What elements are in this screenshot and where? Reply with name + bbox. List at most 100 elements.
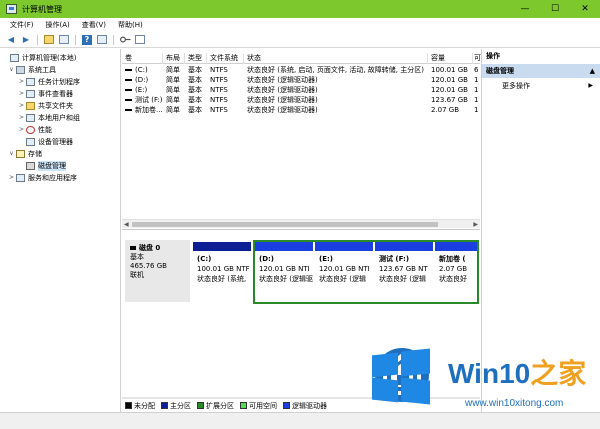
- scrollbar-thumb[interactable]: [132, 222, 438, 227]
- collapse-up-icon[interactable]: ▲: [590, 64, 595, 78]
- minimize-button[interactable]: —: [510, 0, 540, 18]
- forward-button[interactable]: ▶: [20, 34, 32, 45]
- table-row[interactable]: (C:) 简单 基本 NTFS 状态良好 (系统, 启动, 页面文件, 活动, …: [122, 65, 480, 75]
- column-header-capacity[interactable]: 容量: [428, 53, 473, 64]
- actions-group-disk-management[interactable]: 磁盘管理 ▲: [482, 64, 600, 78]
- close-button[interactable]: ✕: [570, 0, 600, 18]
- expand-chevron-icon[interactable]: >: [18, 90, 25, 97]
- table-row[interactable]: (E:) 简单 基本 NTFS 状态良好 (逻辑驱动器) 120.01 GB 1: [122, 85, 480, 95]
- up-folder-button[interactable]: [43, 34, 55, 45]
- tree-node-computer-management[interactable]: 计算机管理(本地): [2, 52, 76, 63]
- layout-cell: 简单: [166, 86, 180, 94]
- tree-node-storage[interactable]: ∨ 存储: [8, 148, 42, 159]
- partition-status: 状态良好 (逻辑驱: [259, 275, 313, 283]
- menu-view[interactable]: 查看(V): [76, 20, 112, 30]
- view-button[interactable]: [134, 34, 146, 45]
- disk-name-text: 磁盘 0: [139, 244, 161, 252]
- tree-node-device-manager[interactable]: 设备管理器: [18, 136, 73, 147]
- layout-cell: 简单: [166, 96, 180, 104]
- disk-0-info[interactable]: 磁盘 0 基本 465.76 GB 联机: [125, 240, 190, 302]
- column-header-type[interactable]: 类型: [185, 53, 207, 64]
- toolbar-separator: [37, 34, 38, 45]
- performance-icon: [26, 125, 35, 134]
- column-header-volume[interactable]: 卷: [122, 53, 163, 64]
- scroll-left-icon[interactable]: ◀: [124, 221, 129, 228]
- disk-icon: [26, 161, 35, 170]
- partition-d[interactable]: (D:) 120.01 GB NTI 状态良好 (逻辑驱: [255, 242, 313, 302]
- legend-swatch: [161, 402, 168, 409]
- scroll-right-icon[interactable]: ▶: [473, 221, 478, 228]
- column-header-free[interactable]: 可: [473, 53, 481, 64]
- computer-management-icon: [6, 4, 17, 14]
- capacity-cell: 120.01 GB: [431, 86, 468, 94]
- column-header-layout[interactable]: 布局: [163, 53, 185, 64]
- tree-node-local-users[interactable]: > 本地用户和组: [18, 112, 80, 123]
- partition-new-volume[interactable]: 新加卷 ( 2.07 GB 状态良好: [435, 242, 477, 302]
- partition-f[interactable]: 测试 (F:) 123.67 GB NT 状态良好 (逻辑: [375, 242, 433, 302]
- collapse-chevron-icon[interactable]: ∨: [8, 150, 15, 157]
- column-header-filesystem[interactable]: 文件系统: [207, 53, 244, 64]
- help-icon: ?: [82, 34, 92, 45]
- table-row[interactable]: (D:) 简单 基本 NTFS 状态良好 (逻辑驱动器) 120.01 GB 1: [122, 75, 480, 85]
- partition-status: 状态良好 (系统,: [197, 275, 247, 283]
- tree-node-system-tools[interactable]: ∨ 系统工具: [8, 64, 56, 75]
- actions-title: 操作: [486, 52, 500, 60]
- partition-bar: [255, 242, 313, 251]
- windows-flag-icon: [372, 348, 430, 405]
- tree-node-disk-management[interactable]: 磁盘管理: [18, 160, 66, 171]
- status-cell: 状态良好 (逻辑驱动器): [247, 106, 318, 114]
- table-row[interactable]: 新加卷... 简单 基本 NTFS 状态良好 (逻辑驱动器) 2.07 GB 1: [122, 105, 480, 115]
- expand-chevron-icon[interactable]: >: [18, 78, 25, 85]
- key-button[interactable]: [119, 34, 131, 45]
- tree-node-performance[interactable]: > 性能: [18, 124, 52, 135]
- tree-node-label: 本地用户和组: [38, 113, 80, 122]
- collapse-chevron-icon[interactable]: ∨: [8, 66, 15, 73]
- tree-node-services-apps[interactable]: > 服务和应用程序: [8, 172, 77, 183]
- menu-file[interactable]: 文件(F): [4, 20, 40, 30]
- back-button[interactable]: ◀: [5, 34, 17, 45]
- legend-label: 未分配: [134, 401, 155, 410]
- partition-status: 状态良好 (逻辑: [319, 275, 366, 283]
- partition-label: 新加卷 (: [439, 255, 466, 263]
- menu-help[interactable]: 帮助(H): [112, 20, 149, 30]
- layout-cell: 简单: [166, 76, 180, 84]
- volume-name: (D:): [135, 76, 149, 84]
- expand-chevron-icon[interactable]: >: [18, 102, 25, 109]
- tree-node-event-viewer[interactable]: > 事件查看器: [18, 88, 73, 99]
- properties-button[interactable]: [96, 34, 108, 45]
- legend-free-space: 可用空间: [240, 401, 277, 411]
- partition-bar: [193, 242, 251, 251]
- partition-e[interactable]: (E:) 120.01 GB NTI 状态良好 (逻辑: [315, 242, 373, 302]
- partition-label: 测试 (F:): [379, 255, 410, 263]
- partition-c[interactable]: (C:) 100.01 GB NTF 状态良好 (系统,: [193, 242, 251, 302]
- partition-body: 新加卷 ( 2.07 GB 状态良好: [435, 251, 477, 284]
- actions-group-label: 磁盘管理: [486, 67, 514, 75]
- show-hide-tree-button[interactable]: [58, 34, 70, 45]
- partition-size: 120.01 GB NTI: [319, 265, 370, 273]
- volume-list: 卷 布局 类型 文件系统 状态 容量 可 (C:) 简单 基本 NTFS 状态良…: [122, 49, 481, 219]
- volume-list-scrollbar[interactable]: ◀ ▶: [122, 219, 480, 228]
- expand-chevron-icon[interactable]: >: [18, 114, 25, 121]
- menu-action[interactable]: 操作(A): [40, 20, 76, 30]
- maximize-button[interactable]: ☐: [540, 0, 570, 18]
- expand-chevron-icon[interactable]: >: [18, 126, 25, 133]
- disk-name: 磁盘 0: [130, 244, 185, 253]
- filesystem-cell: NTFS: [210, 76, 228, 84]
- help-button[interactable]: ?: [81, 34, 93, 45]
- tree-node-label: 共享文件夹: [38, 101, 73, 110]
- watermark-brand-text: Win10: [448, 358, 531, 389]
- more-actions-item[interactable]: 更多操作 ▶: [482, 80, 600, 92]
- tree-node-shared-folders[interactable]: > 共享文件夹: [18, 100, 73, 111]
- type-cell: 基本: [188, 66, 202, 74]
- volume-name-cell: 测试 (F:): [122, 95, 163, 105]
- column-header-status[interactable]: 状态: [244, 53, 428, 64]
- tree-node-label: 事件查看器: [38, 89, 73, 98]
- capacity-cell: 123.67 GB: [431, 96, 468, 104]
- expand-chevron-icon[interactable]: >: [8, 174, 15, 181]
- tree-node-task-scheduler[interactable]: > 任务计划程序: [18, 76, 80, 87]
- layout-cell: 简单: [166, 66, 180, 74]
- layout-cell: 简单: [166, 106, 180, 114]
- table-row[interactable]: 测试 (F:) 简单 基本 NTFS 状态良好 (逻辑驱动器) 123.67 G…: [122, 95, 480, 105]
- capacity-cell: 100.01 GB: [431, 66, 468, 74]
- free-cell: 1: [474, 76, 479, 84]
